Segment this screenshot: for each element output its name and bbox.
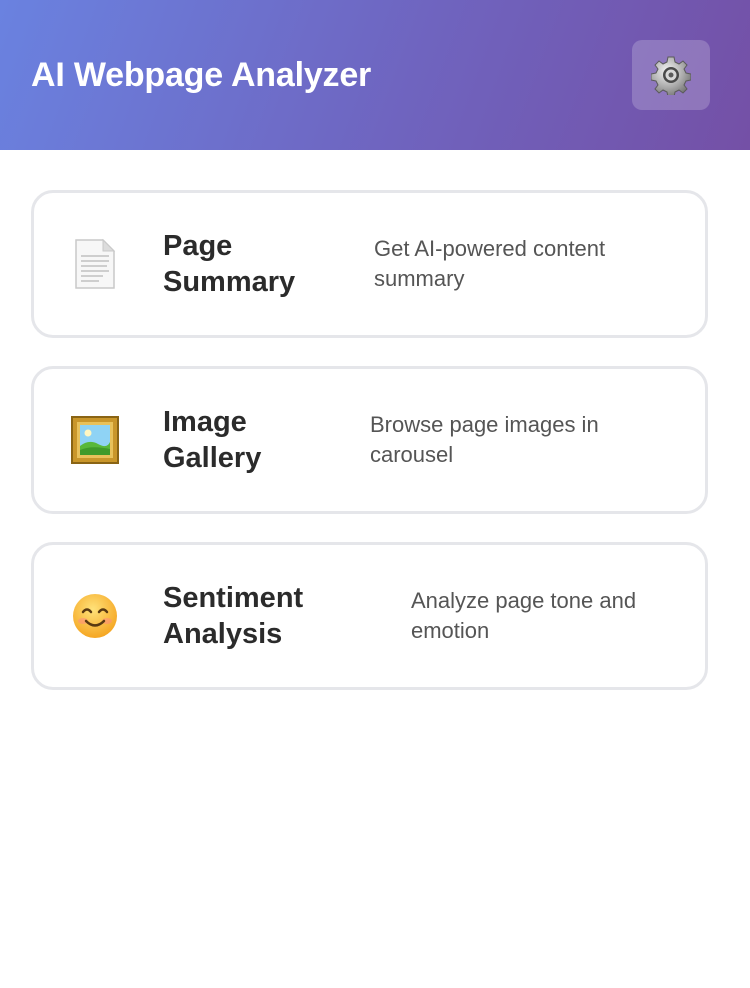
card-description: Browse page images in carousel [370, 412, 599, 467]
smiling-face-icon [70, 591, 120, 641]
document-icon [70, 238, 120, 289]
settings-button[interactable] [632, 40, 710, 110]
card-title: Image Gallery [163, 406, 262, 474]
app-title: AI Webpage Analyzer [31, 56, 372, 94]
card-title: Sentiment Analysis [163, 582, 304, 650]
image-gallery-card[interactable]: Image Gallery Browse page images in caro… [31, 366, 708, 514]
app-header: AI Webpage Analyzer [0, 0, 750, 150]
sentiment-analysis-card[interactable]: Sentiment Analysis Analyze page tone and… [31, 542, 708, 690]
page-summary-card[interactable]: Page Summary Get AI-powered content summ… [31, 190, 708, 338]
card-description: Get AI-powered content summary [374, 236, 606, 291]
card-description: Analyze page tone and emotion [411, 588, 637, 643]
card-title: Page Summary [163, 230, 296, 298]
framed-picture-icon [70, 415, 120, 465]
gear-icon [651, 56, 691, 95]
